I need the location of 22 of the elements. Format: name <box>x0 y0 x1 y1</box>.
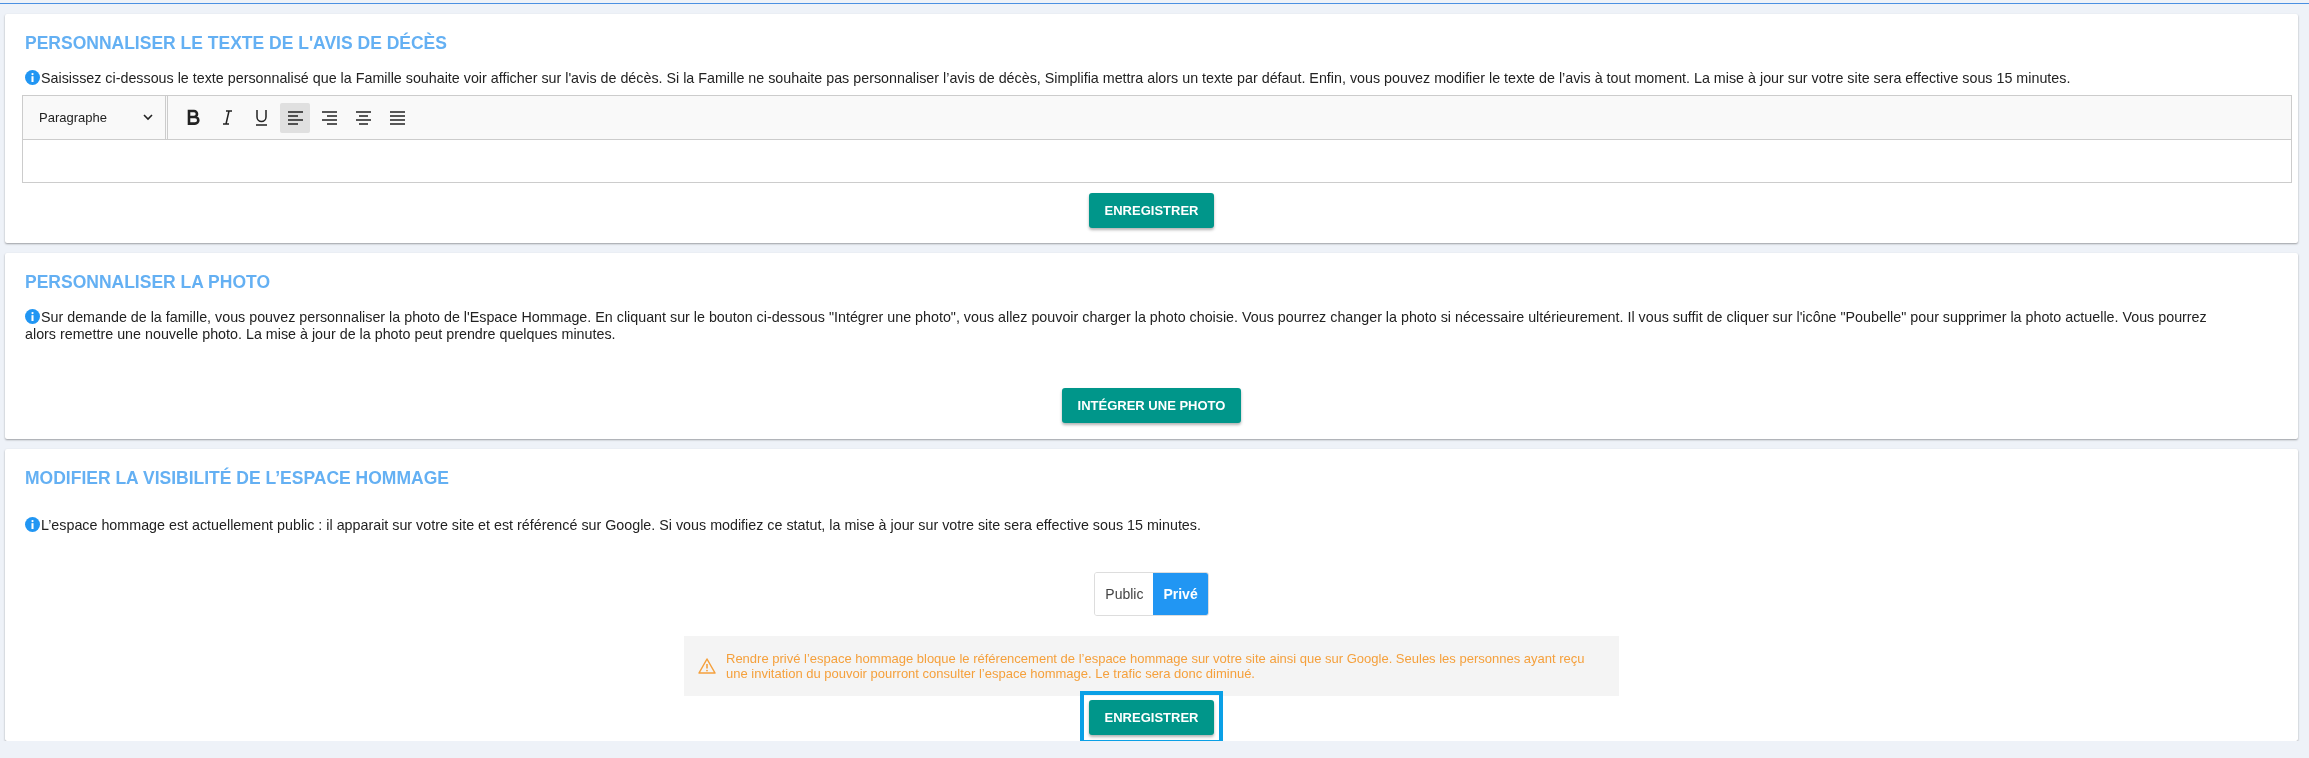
save-button[interactable]: ENREGISTRER <box>1088 193 1215 228</box>
info-icon <box>25 70 40 85</box>
text-editor-field[interactable] <box>22 140 2292 183</box>
info-icon <box>25 309 40 324</box>
section-title: PERSONNALISER LE TEXTE DE L'AVIS DE DÉCÈS <box>25 33 448 54</box>
section-title: MODIFIER LA VISIBILITÉ DE L’ESPACE HOMMAGE <box>25 468 450 489</box>
save-button[interactable]: ENREGISTRER <box>1088 700 1215 735</box>
add-photo-button[interactable]: INTÉGRER UNE PHOTO <box>1061 388 1242 423</box>
align-right-icon <box>319 108 339 127</box>
warning-text: Rendre privé l’espace hommage bloque le référencement de l’espace hommage sur votre site ainsi que sur Google. Seules les personnes ayant reçu une invitation du pouvoir pourront consulter l’espace hommage. Le trafic sera donc diminué. <box>726 651 1586 681</box>
align-center-icon <box>353 108 373 127</box>
align-left-icon <box>285 108 305 127</box>
info-text: L’espace hommage est actuellement public : il apparait sur votre site et est référencé sur Google. Si vous modifiez ce statut, la mise à jour sur votre site sera effective sous 15 minutes. <box>25 517 2238 534</box>
align-left-button[interactable] <box>280 102 310 133</box>
section-title: PERSONNALISER LA PHOTO <box>25 272 272 293</box>
chevron-down-icon <box>143 114 153 121</box>
visibility-option[interactable]: Privé <box>1153 573 1208 615</box>
info-text: Sur demande de la famille, vous pouvez personnaliser la photo de l'Espace Hommage. En cliquant sur le bouton ci-dessous "Intégrer une photo", vous allez pouvoir charger la photo choisie. Vous pourrez changer la photo si nécessaire ultérieurement. Il vous suffit de cliquer sur l'icône "Poubelle" pour supprimer la photo actuelle. Vous pourrez alors remettre une nouvelle photo. La mise à jour de la photo peut prendre quelques minutes. <box>25 309 2208 343</box>
warning-icon <box>698 658 716 674</box>
info-icon <box>25 517 40 532</box>
info-text: Saisissez ci-dessous le texte personnalisé que la Famille souhaite voir afficher sur l'avis de décès. Si la Famille ne souhaite pas personnaliser l’avis de décès, Simplifia mettra alors un texte par défaut. Enfin, vous pouvez modifier le texte de l’avis à tout moment. La mise à jour sur votre site sera effective sous 15 minutes. <box>25 70 2238 87</box>
justify-icon <box>387 108 407 127</box>
